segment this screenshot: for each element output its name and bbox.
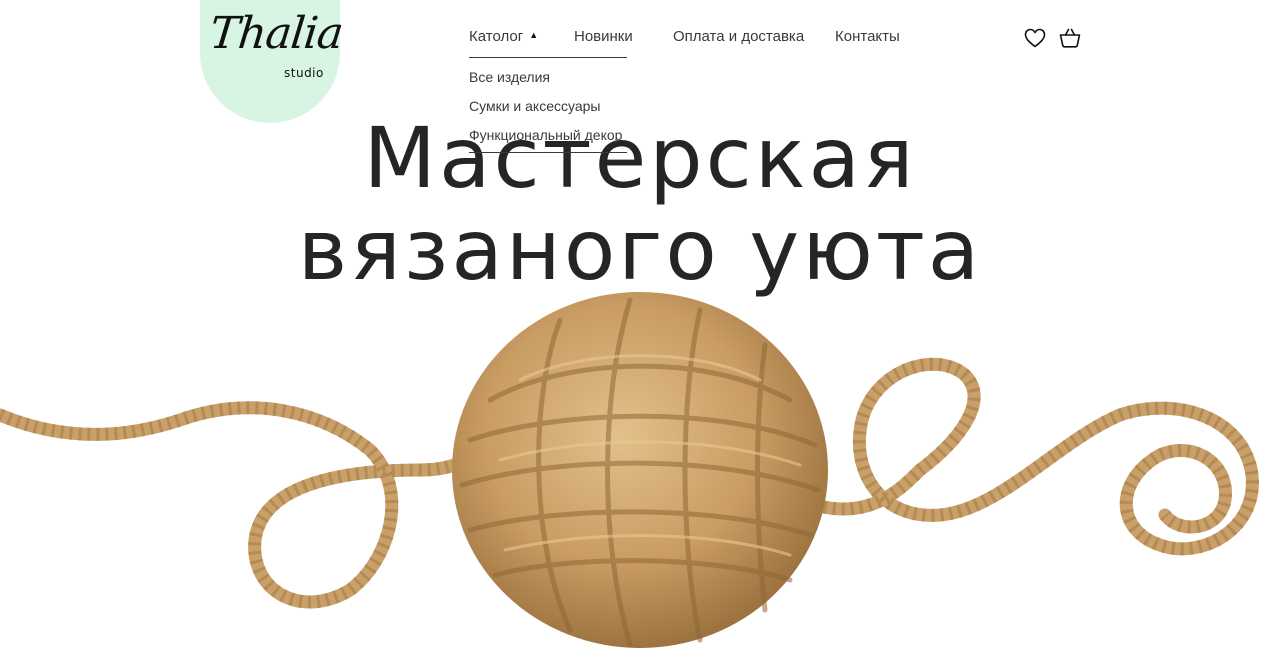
logo-subtitle: studio bbox=[284, 66, 324, 80]
basket-icon[interactable] bbox=[1058, 26, 1082, 50]
hero-title-line-2: вязаного уюта bbox=[297, 201, 983, 299]
dropdown-divider bbox=[469, 152, 627, 153]
dropdown-item-bags[interactable]: Сумки и аксессуары bbox=[469, 95, 627, 124]
nav-payment-delivery[interactable]: Оплата и доставка bbox=[673, 28, 804, 45]
nav-catalog[interactable]: Католог ▲ bbox=[469, 28, 538, 45]
rope-knot-image bbox=[0, 292, 1259, 648]
catalog-underline bbox=[469, 57, 627, 58]
catalog-dropdown: Все изделия Сумки и аксессуары Функциона… bbox=[469, 66, 627, 153]
nav-catalog-label: Католог bbox=[469, 28, 524, 45]
logo[interactable]: Thalia studio bbox=[200, 0, 345, 123]
hero-title: Мастерская вязаного уюта bbox=[0, 112, 1280, 296]
dropdown-item-all[interactable]: Все изделия bbox=[469, 66, 627, 95]
dropdown-item-decor[interactable]: Функциональный декор bbox=[469, 124, 627, 153]
heart-icon[interactable] bbox=[1023, 26, 1047, 50]
caret-up-icon: ▲ bbox=[529, 30, 539, 40]
logo-script: Thalia bbox=[207, 8, 346, 59]
nav-new[interactable]: Новинки bbox=[574, 28, 633, 45]
nav-contacts[interactable]: Контакты bbox=[835, 28, 900, 45]
hero-title-line-1: Мастерская bbox=[363, 109, 917, 207]
